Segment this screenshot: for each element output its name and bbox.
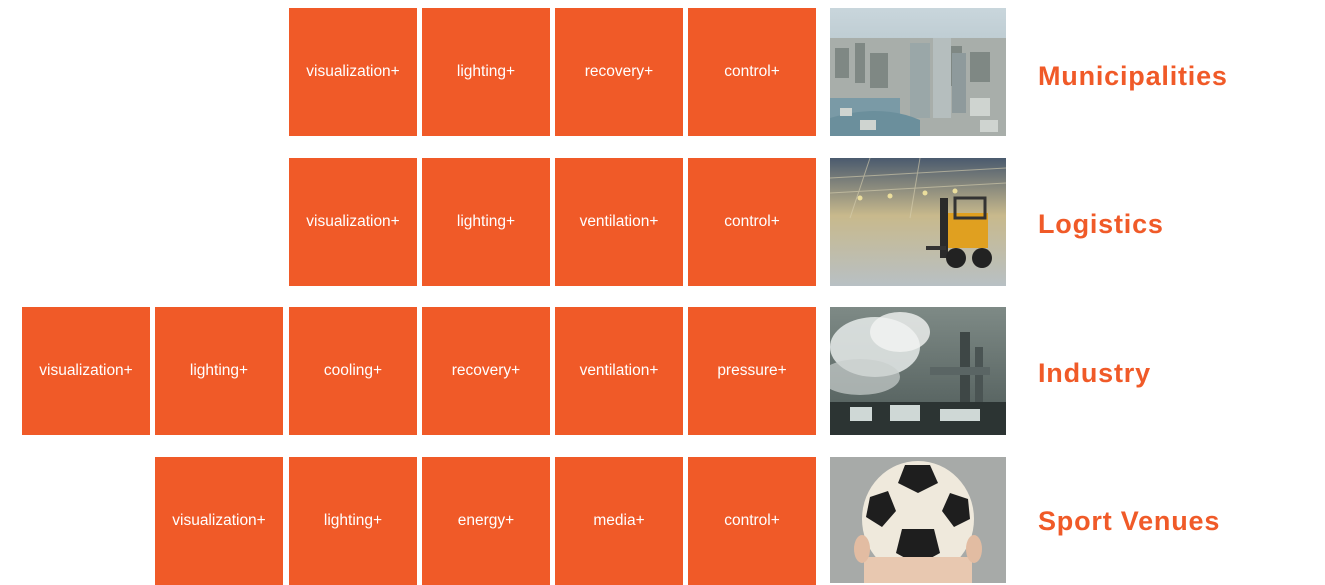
tile-energy[interactable]: energy+ — [422, 457, 550, 585]
tile-lighting[interactable]: lighting+ — [155, 307, 283, 435]
sector-title-sport-venues[interactable]: Sport Venues — [1038, 508, 1220, 535]
tile-media[interactable]: media+ — [555, 457, 683, 585]
soccer-ball-haircut-photo — [830, 457, 1006, 585]
tile-visualization[interactable]: visualization+ — [155, 457, 283, 585]
tile-control[interactable]: control+ — [688, 158, 816, 286]
tile-ventilation[interactable]: ventilation+ — [555, 158, 683, 286]
sector-title-industry[interactable]: Industry — [1038, 360, 1151, 387]
tile-control[interactable]: control+ — [688, 8, 816, 136]
sector-title-logistics[interactable]: Logistics — [1038, 211, 1164, 238]
tile-control[interactable]: control+ — [688, 457, 816, 585]
city-skyline-photo — [830, 8, 1006, 136]
industrial-plant-photo — [830, 307, 1006, 435]
tile-recovery[interactable]: recovery+ — [555, 8, 683, 136]
tile-visualization[interactable]: visualization+ — [289, 8, 417, 136]
tile-cooling[interactable]: cooling+ — [289, 307, 417, 435]
tile-recovery[interactable]: recovery+ — [422, 307, 550, 435]
sector-title-municipalities[interactable]: Municipalities — [1038, 63, 1228, 90]
tile-lighting[interactable]: lighting+ — [422, 8, 550, 136]
warehouse-forklift-photo — [830, 158, 1006, 286]
tile-pressure[interactable]: pressure+ — [688, 307, 816, 435]
tile-visualization[interactable]: visualization+ — [289, 158, 417, 286]
tile-visualization[interactable]: visualization+ — [22, 307, 150, 435]
tile-lighting[interactable]: lighting+ — [289, 457, 417, 585]
tile-ventilation[interactable]: ventilation+ — [555, 307, 683, 435]
tile-lighting[interactable]: lighting+ — [422, 158, 550, 286]
